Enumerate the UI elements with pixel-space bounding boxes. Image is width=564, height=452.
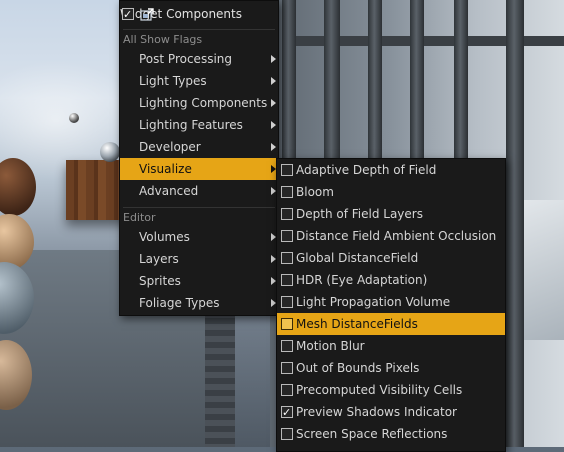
menu-item-label: Light Types — [139, 74, 207, 88]
widget-components-icon — [140, 7, 154, 21]
item-checkbox[interactable] — [281, 362, 293, 374]
visualize-item[interactable]: Distance Field Ambient Occlusion — [277, 225, 505, 247]
visualize-submenu: Adaptive Depth of Field Bloom Depth of F… — [276, 158, 506, 452]
menu-item-layers[interactable]: Layers — [120, 248, 278, 270]
submenu-arrow-icon — [271, 77, 276, 85]
item-checkbox[interactable] — [281, 384, 293, 396]
visualize-item[interactable]: Precomputed Visibility Cells — [277, 379, 505, 401]
menu-item-label: Visualize — [139, 162, 192, 176]
visualize-item[interactable]: Global DistanceField — [277, 247, 505, 269]
item-checkbox[interactable] — [281, 340, 293, 352]
visualize-item-label: Mesh DistanceFields — [296, 317, 418, 331]
visualize-item[interactable]: Motion Blur — [277, 335, 505, 357]
menu-item-label: Developer — [139, 140, 201, 154]
visualize-item-label: Out of Bounds Pixels — [296, 361, 420, 375]
section-header-editor: Editor — [123, 211, 156, 224]
visualize-item[interactable]: Depth of Field Layers — [277, 203, 505, 225]
fence-bar — [506, 0, 524, 447]
item-checkbox[interactable] — [281, 208, 293, 220]
menu-item-lighting-components[interactable]: Lighting Components — [120, 92, 278, 114]
item-checkbox[interactable] — [281, 428, 293, 440]
visualize-item[interactable]: Light Propagation Volume — [277, 291, 505, 313]
menu-item-post-processing[interactable]: Post Processing — [120, 48, 278, 70]
menu-divider — [123, 29, 275, 30]
widget-components-checkbox[interactable] — [122, 4, 134, 26]
menu-item-visualize[interactable]: Visualize — [120, 158, 278, 180]
visualize-item-label: Light Propagation Volume — [296, 295, 451, 309]
menu-item-light-types[interactable]: Light Types — [120, 70, 278, 92]
visualize-item[interactable]: Adaptive Depth of Field — [277, 159, 505, 181]
submenu-arrow-icon — [271, 143, 276, 151]
menu-item-label: Layers — [139, 252, 179, 266]
menu-divider — [123, 207, 275, 208]
menu-item-foliage-types[interactable]: Foliage Types — [120, 292, 278, 314]
submenu-arrow-icon — [271, 121, 276, 129]
visualize-item-highlighted[interactable]: Mesh DistanceFields — [277, 313, 505, 335]
widget-components-toggle[interactable]: Widget Components — [120, 3, 278, 26]
menu-item-developer[interactable]: Developer — [120, 136, 278, 158]
visualize-item-label: Bloom — [296, 185, 334, 199]
visualize-item[interactable]: Screen Space Reflections — [277, 423, 505, 445]
reflection-sphere-mesh[interactable] — [100, 142, 120, 162]
item-checkbox[interactable] — [281, 230, 293, 242]
visualize-item-label: Global DistanceField — [296, 251, 419, 265]
visualize-item-label: Motion Blur — [296, 339, 365, 353]
item-checkbox[interactable] — [281, 296, 293, 308]
menu-item-label: Volumes — [139, 230, 190, 244]
menu-item-sprites[interactable]: Sprites — [120, 270, 278, 292]
menu-item-label: Lighting Features — [139, 118, 243, 132]
menu-item-advanced[interactable]: Advanced — [120, 180, 278, 202]
item-checkbox[interactable] — [281, 164, 293, 176]
visualize-item[interactable]: Out of Bounds Pixels — [277, 357, 505, 379]
visualize-item-label: Screen Space Reflections — [296, 427, 448, 441]
submenu-arrow-icon — [271, 99, 276, 107]
widget-components-label: Widget Components — [120, 7, 242, 21]
menu-item-label: Lighting Components — [139, 96, 268, 110]
section-header-all-show-flags: All Show Flags — [123, 33, 203, 46]
item-checkbox[interactable] — [281, 274, 293, 286]
item-checkbox[interactable] — [281, 318, 293, 330]
visualize-item-label: Preview Shadows Indicator — [296, 405, 457, 419]
visualize-item[interactable]: Preview Shadows Indicator — [277, 401, 505, 424]
submenu-arrow-icon — [271, 55, 276, 63]
visualize-item[interactable]: HDR (Eye Adaptation) — [277, 269, 505, 291]
item-checkbox[interactable] — [281, 186, 293, 198]
item-checkbox[interactable] — [281, 252, 293, 264]
small-sphere-mesh[interactable] — [69, 113, 79, 123]
stone-post-mesh[interactable] — [205, 300, 235, 447]
menu-item-volumes[interactable]: Volumes — [120, 226, 278, 248]
visualize-item-label: Depth of Field Layers — [296, 207, 423, 221]
item-checkbox[interactable] — [281, 402, 293, 424]
menu-item-label: Foliage Types — [139, 296, 220, 310]
show-flags-menu: Widget Components All Show Flags Post Pr… — [119, 0, 279, 316]
visualize-item-label: Distance Field Ambient Occlusion — [296, 229, 497, 243]
menu-item-label: Advanced — [139, 184, 199, 198]
visualize-item-label: HDR (Eye Adaptation) — [296, 273, 428, 287]
visualize-item[interactable]: Bloom — [277, 181, 505, 203]
menu-item-lighting-features[interactable]: Lighting Features — [120, 114, 278, 136]
visualize-item-label: Precomputed Visibility Cells — [296, 383, 463, 397]
visualize-item-label: Adaptive Depth of Field — [296, 163, 437, 177]
menu-item-label: Sprites — [139, 274, 181, 288]
menu-item-label: Post Processing — [139, 52, 232, 66]
